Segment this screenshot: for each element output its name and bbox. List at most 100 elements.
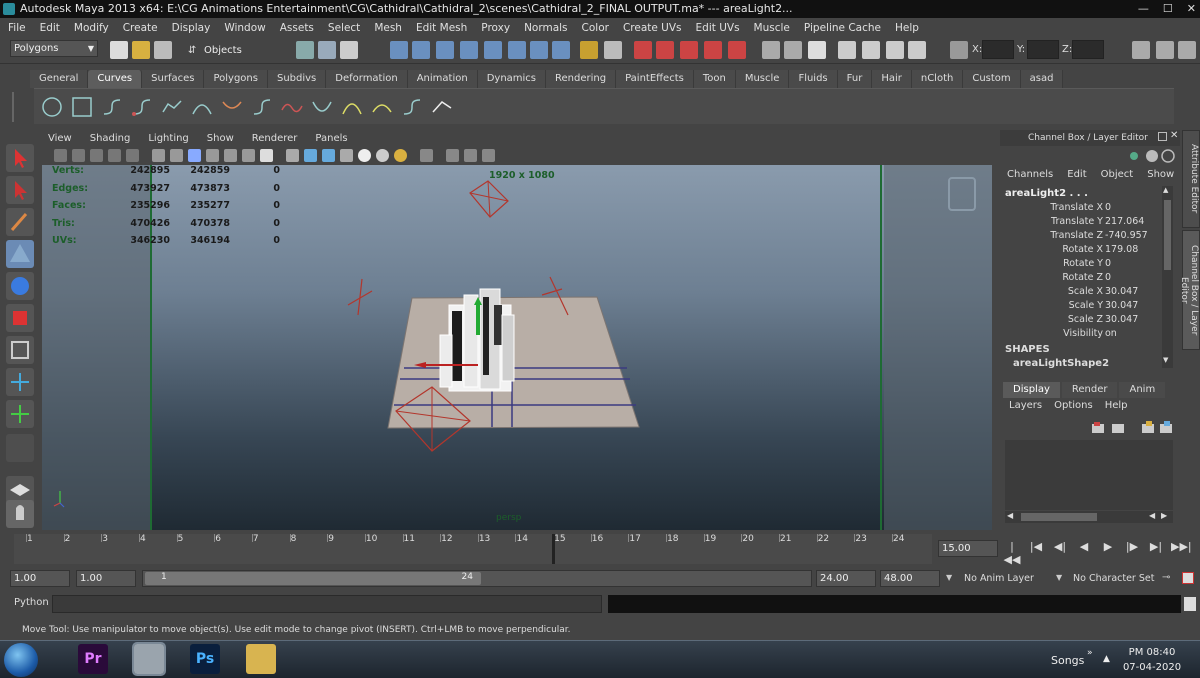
field-chart-icon[interactable] [206, 149, 219, 162]
panel-menu-shading[interactable]: Shading [90, 133, 131, 144]
float-panel-icon[interactable] [1158, 132, 1167, 141]
script-editor-icon[interactable] [1184, 597, 1196, 611]
selection-mode-label[interactable]: Objects [204, 45, 242, 56]
arc-tool-icon[interactable] [190, 96, 214, 118]
wireframe-on-shaded-icon[interactable] [322, 149, 335, 162]
render-view-icon[interactable] [728, 41, 746, 59]
grid-icon[interactable] [126, 149, 139, 162]
offset-curve-icon[interactable] [340, 96, 364, 118]
shape-node-name[interactable]: areaLightShape2 [1013, 358, 1109, 368]
step-forward-key-icon[interactable]: |▶ [1123, 540, 1141, 557]
bookmark-icon[interactable] [90, 149, 103, 162]
ep-curve-tool-icon[interactable] [130, 96, 154, 118]
shelf-tab-custom[interactable]: Custom [963, 70, 1021, 88]
menu-edit-mesh[interactable]: Edit Mesh [416, 22, 467, 34]
panel-menu-show[interactable]: Show [207, 133, 234, 144]
character-set-selector[interactable]: No Character Set [1073, 573, 1154, 584]
extend-curve-icon[interactable] [310, 96, 334, 118]
wireframe-icon[interactable] [286, 149, 299, 162]
shelf-tab-curves[interactable]: Curves [88, 70, 143, 88]
channel-menu-channels[interactable]: Channels [1007, 169, 1053, 180]
tab-render[interactable]: Render [1061, 382, 1118, 398]
shelf-options-icon[interactable] [12, 92, 26, 122]
add-points-tool-icon[interactable] [400, 96, 424, 118]
isolate-select-icon[interactable] [420, 149, 433, 162]
layer-menu-help[interactable]: Help [1105, 400, 1128, 416]
selected-object-name[interactable]: areaLight2 . . . [1005, 188, 1088, 199]
channel-value[interactable]: 30.047 [1105, 286, 1163, 297]
cv-curve-tool-icon[interactable] [100, 96, 124, 118]
use-all-lights-icon[interactable] [358, 149, 371, 162]
play-forwards-icon[interactable]: ▶ [1099, 540, 1117, 557]
menu-help[interactable]: Help [895, 22, 919, 34]
shelf-tab-hair[interactable]: Hair [872, 70, 912, 88]
channel-value[interactable]: 179.08 [1105, 244, 1163, 255]
safe-action-icon[interactable] [224, 149, 237, 162]
start-button[interactable] [4, 643, 38, 677]
command-language-label[interactable]: Python [14, 597, 49, 608]
command-input[interactable] [52, 595, 602, 613]
construction-history-icon[interactable] [552, 41, 570, 59]
input-ops-icon[interactable] [508, 41, 526, 59]
open-scene-icon[interactable] [132, 41, 150, 59]
current-time-marker[interactable] [552, 534, 556, 564]
channel-menu-show[interactable]: Show [1147, 169, 1174, 180]
channel-value[interactable]: 30.047 [1105, 300, 1163, 311]
make-live-icon[interactable] [484, 41, 502, 59]
go-to-start-icon[interactable]: |◀◀ [1003, 540, 1021, 566]
shelf-tab-fur[interactable]: Fur [837, 70, 873, 88]
auto-key-icon[interactable]: ⊸ [1162, 572, 1170, 583]
menu-pipeline-cache[interactable]: Pipeline Cache [804, 22, 881, 34]
channel-row[interactable]: Rotate Y0 [1003, 258, 1163, 272]
resolution-gate-icon[interactable] [170, 149, 183, 162]
curve-editing-tool-icon[interactable] [430, 96, 454, 118]
menu-color[interactable]: Color [582, 22, 609, 34]
start-time-field[interactable]: 1.00 [10, 570, 70, 587]
snap-view-plane-icon[interactable] [460, 41, 478, 59]
image-plane-icon[interactable] [108, 149, 121, 162]
insert-knot-icon[interactable] [280, 96, 304, 118]
absolute-transform-icon[interactable] [950, 41, 968, 59]
channel-box-scrollbar[interactable]: ▲ ▼ [1162, 186, 1173, 368]
select-tool-icon[interactable] [6, 144, 34, 172]
panel-menu-view[interactable]: View [48, 133, 72, 144]
rename-field-icon[interactable] [862, 41, 880, 59]
xray-joints-icon[interactable] [464, 149, 477, 162]
menu-create[interactable]: Create [123, 22, 158, 34]
show-attribute-editor-icon[interactable] [1132, 41, 1150, 59]
universal-manipulator-icon[interactable] [6, 336, 34, 364]
xray-icon[interactable] [446, 149, 459, 162]
shelf-tab-animation[interactable]: Animation [407, 70, 478, 88]
new-scene-icon[interactable] [110, 41, 128, 59]
panel-menu-lighting[interactable]: Lighting [148, 133, 188, 144]
render-current-frame-icon[interactable] [634, 41, 652, 59]
camera-attributes-icon[interactable] [72, 149, 85, 162]
detach-curves-icon[interactable] [250, 96, 274, 118]
shelf-tab-muscle[interactable]: Muscle [735, 70, 790, 88]
paint-select-tool-icon[interactable] [6, 208, 34, 236]
photoshop-taskbar-icon[interactable]: Ps [190, 644, 220, 674]
step-back-key-icon[interactable]: ◀| [1051, 540, 1069, 557]
close-button[interactable]: ✕ [1187, 0, 1196, 18]
shelf-tab-general[interactable]: General [30, 70, 89, 88]
scroll-left-icon[interactable]: ◀ [1007, 511, 1013, 520]
anim-layer-selector[interactable]: No Anim Layer [964, 573, 1034, 584]
channel-value[interactable]: 0 [1105, 258, 1163, 269]
show-manipulator-tool-icon[interactable] [6, 400, 34, 428]
scroll-left-end-icon[interactable]: ◀ [1149, 511, 1155, 520]
channel-row[interactable]: Translate Y 217.064 [1003, 216, 1163, 230]
channel-value[interactable]: -740.957 [1105, 230, 1163, 241]
channel-row[interactable]: Translate Z -740.957 [1003, 230, 1163, 244]
selection-filter-icon[interactable] [604, 41, 622, 59]
select-by-object-icon[interactable] [318, 41, 336, 59]
panel-menu-renderer[interactable]: Renderer [252, 133, 298, 144]
snap-curve-icon[interactable] [412, 41, 430, 59]
snap-point-icon[interactable] [436, 41, 454, 59]
text-overlay-icon[interactable] [260, 149, 273, 162]
show-hidden-icons-icon[interactable]: ▲ [1103, 654, 1110, 664]
shelf-tab-toon[interactable]: Toon [693, 70, 736, 88]
xray-components-icon[interactable] [482, 149, 495, 162]
step-forward-frame-icon[interactable]: ▶| [1147, 540, 1165, 557]
play-backwards-icon[interactable]: ◀ [1075, 540, 1093, 557]
scrollbar-thumb[interactable] [1021, 513, 1097, 521]
